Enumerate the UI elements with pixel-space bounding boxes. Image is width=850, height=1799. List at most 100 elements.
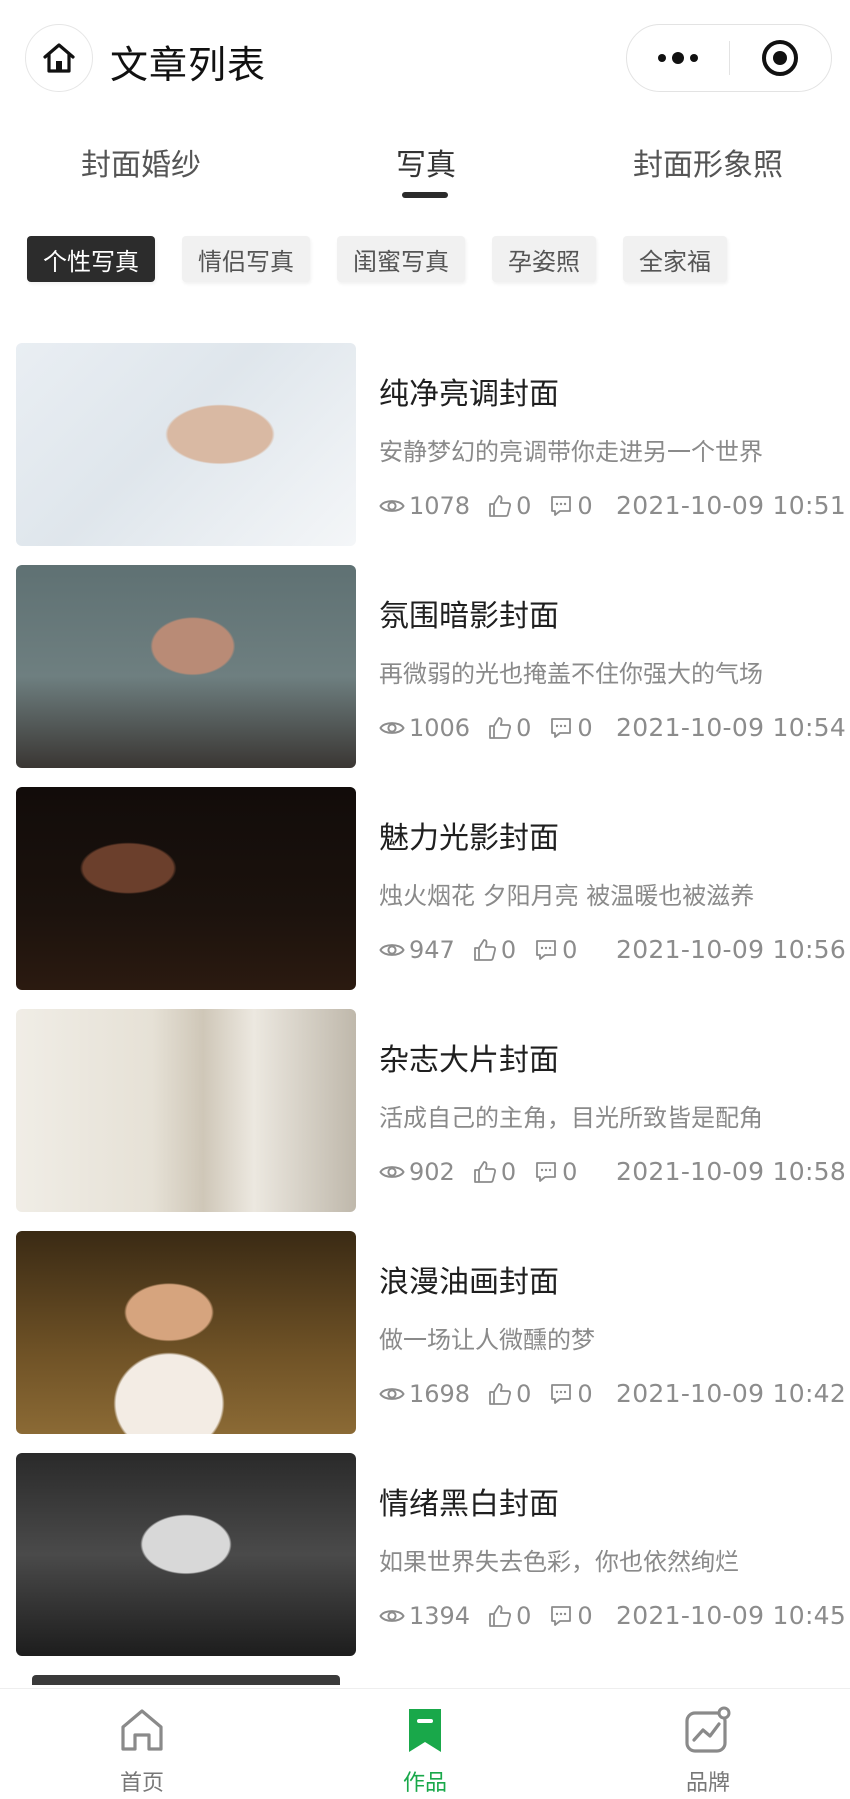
comment-icon: [536, 1162, 556, 1182]
article-item[interactable]: 杂志大片封面 活成自己的主角，目光所致皆是配角 902 0 0 2021-10-09 10…: [0, 1009, 850, 1212]
tabbar-works-label: 作品: [402, 1771, 447, 1796]
tabbar-home-label: 首页: [119, 1771, 164, 1796]
tabbar-brand-label: 品牌: [685, 1771, 730, 1796]
comment-icon: [551, 718, 572, 738]
comment-count-value: 0: [577, 1602, 593, 1630]
article-item[interactable]: 情绪黑白封面 如果世界失去色彩，你也依然绚烂 1394 0 0 2021-10-09 10…: [0, 1453, 850, 1656]
comment-count[interactable]: 0: [549, 492, 593, 520]
view-count-value: 1006: [409, 714, 471, 742]
publish-date: 2021-10-09 10:56: [616, 935, 847, 964]
view-count-icon: [379, 944, 405, 956]
comment-count[interactable]: 0: [534, 1158, 577, 1186]
like-count-value: 0: [500, 1158, 517, 1186]
article-thumbnail[interactable]: [16, 565, 356, 768]
article-thumbnail[interactable]: [16, 787, 356, 990]
chip-maternity[interactable]: 孕姿照: [492, 236, 596, 282]
article-item[interactable]: 浪漫油画封面 做一场让人微醺的梦 1698 0 0 2021-10-09 10:42: [0, 1231, 850, 1434]
comment-count[interactable]: 0: [534, 936, 577, 964]
view-count: 1698: [379, 1380, 470, 1408]
chip-personal-portrait[interactable]: 个性写真: [27, 236, 155, 282]
more-dots-icon: [657, 52, 698, 64]
comment-icon: [536, 940, 556, 960]
more-button[interactable]: [627, 25, 729, 91]
article-item[interactable]: 氛围暗影封面再微弱的光也掩盖不住你强大的气场 1006 0 0 2021-10-09 1…: [0, 565, 850, 768]
article-item[interactable]: 魅力光影封面 烛火烟花 夕阳月亮 被温暖也被滋养 947 0 0 2021-10-09 1…: [0, 787, 850, 990]
like-count-value: 0: [516, 714, 532, 742]
tabbar-brand[interactable]: 品牌: [648, 1705, 768, 1797]
tabbar-works[interactable]: 作品: [365, 1705, 485, 1797]
comment-count[interactable]: 0: [549, 714, 593, 742]
comment-icon: [551, 1384, 572, 1404]
article-meta: 1394 0 0 2021-10-09 10:45: [379, 1599, 846, 1633]
nav-header: 文章列表: [0, 0, 850, 120]
like-icon: [473, 1161, 496, 1183]
mini-program-capsule: [626, 24, 832, 92]
bookmark-icon: [409, 1709, 441, 1752]
like-count[interactable]: 0: [473, 1158, 516, 1186]
tabbar-home[interactable]: 首页: [82, 1705, 202, 1797]
view-count-value: 1078: [409, 492, 471, 520]
home-button[interactable]: [25, 24, 93, 92]
article-thumbnail[interactable]: [16, 1231, 356, 1434]
view-count: 1006: [379, 714, 470, 742]
article-item[interactable]: 纯净亮调封面安静梦幻的亮调带你走进另一个世界 1078 0 0 2021-10-09 1…: [0, 343, 850, 546]
article-thumbnail-partial: [32, 1675, 340, 1685]
page-title: 文章列表: [110, 43, 267, 87]
publish-date: 2021-10-09 10:42: [616, 1379, 847, 1408]
publish-date: 2021-10-09 10:45: [616, 1601, 847, 1630]
article-meta: 1006 0 0 2021-10-09 10:54: [379, 711, 846, 745]
article-description: 再微弱的光也掩盖不住你强大的气场: [379, 660, 763, 688]
like-icon: [473, 939, 496, 961]
like-count[interactable]: 0: [488, 714, 531, 742]
article-description: 烛火烟花 夕阳月亮 被温暖也被滋养: [379, 882, 755, 910]
like-count[interactable]: 0: [473, 936, 516, 964]
like-count[interactable]: 0: [488, 1602, 531, 1630]
like-icon: [489, 495, 512, 517]
category-tabs: 封面婚纱 写真 封面形象照: [0, 120, 850, 210]
article-description: 安静梦幻的亮调带你走进另一个世界: [379, 438, 763, 466]
article-title[interactable]: 纯净亮调封面: [379, 369, 559, 413]
comment-count-value: 0: [577, 492, 593, 520]
view-count-icon: [379, 500, 405, 512]
comment-count-value: 0: [562, 1158, 578, 1186]
article-title[interactable]: 情绪黑白封面: [379, 1479, 559, 1523]
view-count: 1394: [379, 1602, 470, 1630]
article-title[interactable]: 浪漫油画封面: [379, 1257, 559, 1301]
comment-count[interactable]: 0: [549, 1602, 593, 1630]
tab-wedding-cover[interactable]: 封面婚纱: [81, 140, 201, 184]
home-icon: [43, 43, 75, 73]
view-count-value: 1698: [409, 1380, 471, 1408]
view-count-icon: [379, 1388, 405, 1400]
bottom-tab-bar: 首页 作品 品牌: [0, 1688, 850, 1799]
chip-besties-portrait[interactable]: 闺蜜写真: [337, 236, 465, 282]
tab-portrait[interactable]: 写真: [396, 140, 456, 184]
comment-count[interactable]: 0: [549, 1380, 593, 1408]
article-title[interactable]: 氛围暗影封面: [379, 591, 559, 635]
active-tab-indicator: [402, 192, 448, 198]
publish-date: 2021-10-09 10:54: [616, 713, 847, 742]
close-mini-program-button[interactable]: [730, 25, 832, 91]
article-title[interactable]: 魅力光影封面: [379, 813, 559, 857]
view-count: 902: [379, 1158, 455, 1186]
sub-category-chips: 个性写真 情侣写真 闺蜜写真 孕姿照 全家福: [27, 236, 754, 282]
publish-date: 2021-10-09 10:51: [616, 491, 847, 520]
article-thumbnail[interactable]: [16, 343, 356, 546]
view-count-value: 902: [409, 1158, 455, 1186]
comment-icon: [551, 1606, 572, 1626]
view-count-icon: [379, 722, 405, 734]
article-thumbnail[interactable]: [16, 1453, 356, 1656]
article-thumbnail[interactable]: [16, 1009, 356, 1212]
chip-family[interactable]: 全家福: [623, 236, 727, 282]
comment-count-value: 0: [577, 1380, 593, 1408]
tab-image-cover[interactable]: 封面形象照: [633, 140, 783, 184]
view-count: 1078: [379, 492, 470, 520]
like-icon: [489, 1383, 512, 1405]
like-count[interactable]: 0: [488, 1380, 531, 1408]
target-circle-icon: [762, 40, 799, 76]
article-title[interactable]: 杂志大片封面: [379, 1035, 559, 1079]
chip-couple-portrait[interactable]: 情侣写真: [182, 236, 310, 282]
like-icon: [489, 1605, 512, 1627]
article-description: 活成自己的主角，目光所致皆是配角: [379, 1104, 763, 1132]
like-count[interactable]: 0: [488, 492, 531, 520]
comment-icon: [551, 496, 572, 516]
